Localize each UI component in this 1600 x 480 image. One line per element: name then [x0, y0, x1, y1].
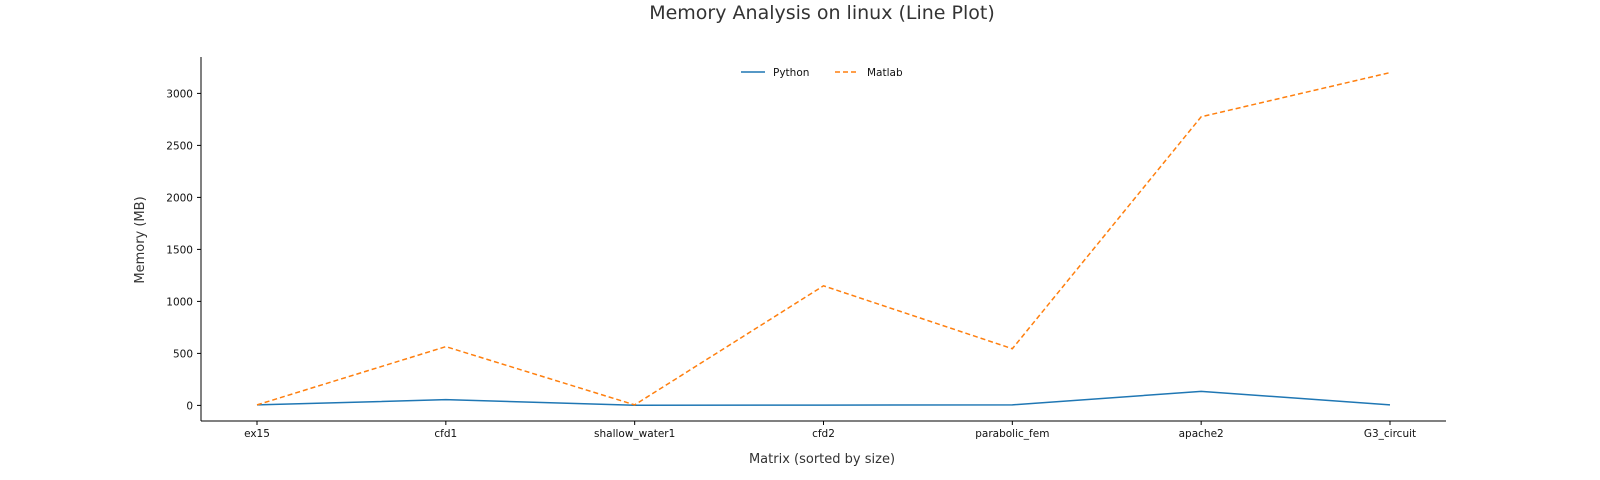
series-line-python	[256, 390, 1391, 406]
y-tick-label: 1500	[166, 244, 193, 256]
x-tick-label: cfd1	[434, 428, 457, 440]
chart-title: Memory Analysis on linux (Line Plot)	[649, 2, 995, 24]
x-tick-label: G3_circuit	[1364, 428, 1416, 440]
y-tick-label: 500	[173, 348, 193, 360]
x-tick-label: ex15	[244, 428, 270, 440]
x-tick-label: cfd2	[812, 428, 835, 440]
y-tick-label: 1000	[166, 296, 193, 308]
y-tick-label: 2000	[166, 192, 193, 204]
y-tick-label: 0	[186, 400, 193, 412]
x-tick-label: parabolic_fem	[975, 428, 1049, 440]
x-axis-label: Matrix (sorted by size)	[749, 452, 895, 467]
y-axis-label: Memory (MB)	[133, 196, 148, 283]
series-lines	[256, 71, 1391, 406]
legend-label-matlab: Matlab	[867, 67, 903, 79]
legend: Python Matlab	[741, 67, 903, 79]
legend-label-python: Python	[773, 67, 809, 79]
y-tick-label: 3000	[166, 88, 193, 100]
x-tick-label: apache2	[1179, 428, 1224, 440]
y-tick-label: 2500	[166, 140, 193, 152]
line-chart: Memory Analysis on linux (Line Plot) Mat…	[133, 2, 1446, 467]
series-line-matlab	[256, 71, 1391, 406]
axis-ticks: 0 500 1000 1500 2000 2500 3000 ex15 cfd1 shallow_…	[166, 88, 1416, 440]
x-tick-label: shallow_water1	[594, 428, 675, 440]
